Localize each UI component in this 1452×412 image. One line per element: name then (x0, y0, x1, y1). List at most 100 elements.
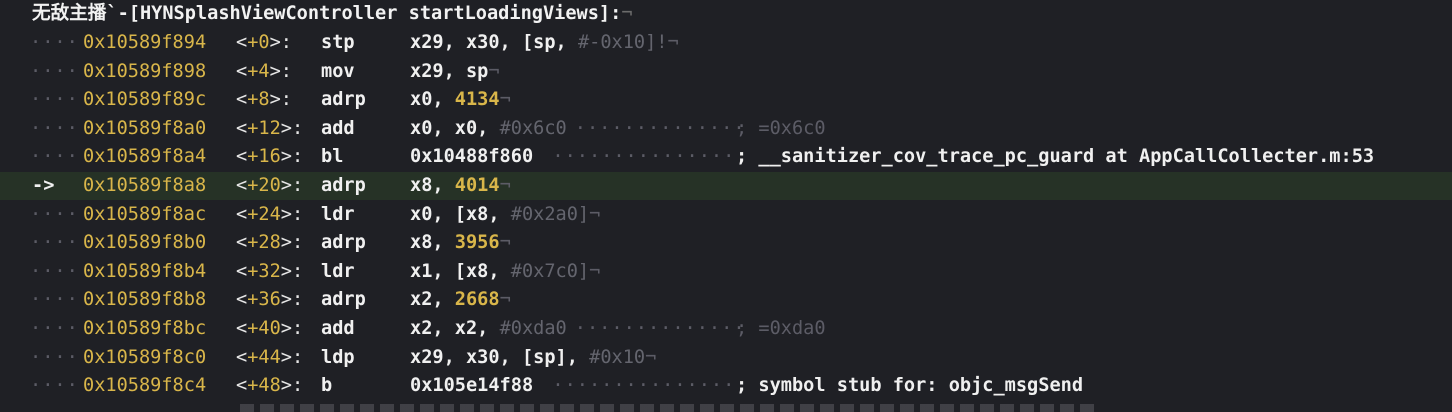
operand-registers: x0, x0, (410, 117, 489, 139)
instruction-row[interactable]: -> 0x10589f8a8 <+20>: adrp x8, 4014¬ (0, 172, 1452, 200)
instruction-operands: x0, [x8, #0x2a0]¬ (410, 203, 601, 225)
instruction-operands: x0, x0, #0x6c0 (410, 115, 567, 143)
instruction-mnemonic: stp (321, 32, 355, 53)
whitespace-marker: ···· (30, 146, 79, 168)
instruction-mnemonic: ldr (321, 203, 355, 225)
instruction-mnemonic: bl (321, 146, 344, 168)
operand-registers: x2, (410, 289, 444, 311)
operand-registers: x0, (410, 89, 444, 111)
whitespace-marker: ···· (30, 117, 79, 139)
instruction-offset: <+8>: (236, 89, 292, 111)
instruction-offset: <+4>: (236, 60, 292, 82)
offset-value: +36 (247, 289, 281, 311)
pc-arrow-icon: -> (32, 175, 55, 196)
operand-registers: x2, x2, (410, 318, 489, 339)
instruction-address: 0x10589f8c4 (83, 375, 207, 397)
offset-value: +12 (247, 117, 281, 139)
operand-immediate: #-0x10]! (577, 32, 668, 53)
instruction-offset: <+44>: (236, 346, 304, 368)
instruction-row[interactable]: ···· 0x10589f8bc <+40>: add x2, x2, #0xda0 ··… (0, 315, 1452, 343)
instruction-offset: <+16>: (236, 146, 304, 168)
offset-value: +40 (247, 318, 281, 339)
instruction-comment: ; =0xda0 (736, 318, 826, 339)
instruction-row[interactable]: ···· 0x10589f898 <+4>: mov x29, sp¬ (0, 58, 1452, 86)
offset-value: +28 (247, 232, 281, 254)
offset-value: +44 (247, 346, 281, 368)
whitespace-marker: ·············· (574, 318, 746, 339)
instruction-comment: ; __sanitizer_cov_trace_pc_guard at AppC… (736, 146, 1375, 168)
whitespace-marker: ···· (30, 318, 79, 339)
instruction-row[interactable]: ···· 0x10589f8a4 <+16>: bl 0x10488f860 ······… (0, 143, 1452, 171)
operand-immediate: 2668 (454, 289, 500, 311)
instruction-mnemonic: ldr (321, 260, 355, 282)
whitespace-marker: ··············· (552, 146, 736, 168)
instruction-address: 0x10589f8b8 (83, 289, 207, 311)
instruction-row[interactable]: ···· 0x10589f8b8 <+36>: adrp x2, 2668¬ (0, 286, 1452, 314)
instruction-row[interactable]: ···· 0x10589f8ac <+24>: ldr x0, [x8, #0x2a0]… (0, 201, 1452, 229)
instruction-mnemonic: adrp (321, 89, 366, 111)
instruction-operands: x29, x30, [sp], #0x10¬ (410, 346, 657, 368)
whitespace-marker: ···· (30, 232, 79, 254)
instruction-row[interactable]: ···· 0x10589f8b4 <+32>: ldr x1, [x8, #0x7c0]… (0, 258, 1452, 286)
disassembly-view[interactable]: 无敌主播`-[HYNSplashViewController startLoad… (0, 0, 1452, 412)
operand-registers: x1, [x8, (410, 260, 500, 282)
operand-registers: x29, sp (410, 60, 489, 82)
whitespace-marker: ···· (30, 375, 79, 397)
instruction-address: 0x10589f894 (83, 32, 207, 53)
instruction-address: 0x10589f8c0 (83, 346, 207, 368)
instruction-operands: x8, 3956¬ (410, 232, 511, 254)
instruction-address: 0x10589f89c (83, 89, 207, 111)
instruction-offset: <+36>: (236, 289, 304, 311)
instruction-address: 0x10589f8bc (83, 318, 207, 339)
instruction-mnemonic: adrp (321, 175, 366, 196)
instruction-offset: <+20>: (236, 175, 304, 196)
instruction-offset: <+24>: (236, 203, 304, 225)
whitespace-marker: ···· (30, 32, 79, 53)
instruction-operands: 0x105e14f88 (410, 372, 533, 400)
operand-registers: x8, (410, 175, 444, 196)
instruction-row[interactable]: ···· 0x10589f8a0 <+12>: add x0, x0, #0x6c0 ··… (0, 115, 1452, 143)
offset-value: +16 (247, 146, 281, 168)
instruction-offset: <+0>: (236, 32, 292, 53)
whitespace-marker: ···· (30, 60, 79, 82)
instruction-row[interactable]: ···· 0x10589f8b0 <+28>: adrp x8, 3956¬ (0, 229, 1452, 257)
operand-immediate: 4014 (454, 175, 500, 196)
instruction-mnemonic: mov (321, 60, 355, 82)
instruction-mnemonic: add (321, 117, 355, 139)
instruction-mnemonic: ldp (321, 346, 355, 368)
instruction-address: 0x10589f8b0 (83, 232, 207, 254)
operand-registers: 0x10488f860 (410, 146, 534, 168)
instruction-operands: x29, sp¬ (410, 60, 500, 82)
instruction-mnemonic: add (321, 318, 355, 339)
instruction-row[interactable]: ···· 0x10589f89c <+8>: adrp x0, 4134¬ (0, 86, 1452, 114)
offset-value: +0 (247, 32, 270, 53)
instruction-operands: x2, 2668¬ (410, 289, 511, 311)
operand-immediate: #0x10 (589, 346, 646, 368)
instruction-comment: ; =0x6c0 (736, 117, 826, 139)
instruction-address: 0x10589f8a4 (83, 146, 207, 168)
operand-registers: x29, x30, [sp], (410, 346, 578, 368)
operand-registers: 0x105e14f88 (410, 375, 534, 397)
whitespace-marker: ··············· (552, 375, 736, 397)
instruction-operands: x1, [x8, #0x7c0]¬ (410, 260, 601, 282)
instruction-address: 0x10589f898 (83, 60, 207, 82)
operand-registers: x8, (410, 232, 444, 254)
instruction-row[interactable]: ···· 0x10589f894 <+0>: stp x29, x30, [sp, #-… (0, 29, 1452, 57)
whitespace-marker: ···· (30, 289, 79, 311)
operand-immediate: 4134 (454, 89, 500, 111)
instruction-offset: <+40>: (236, 318, 304, 339)
instruction-mnemonic: adrp (321, 232, 366, 254)
frame-title: 无敌主播`-[HYNSplashViewController startLoad… (32, 3, 633, 24)
instruction-operands: x8, 4014¬ (410, 175, 511, 196)
offset-value: +32 (247, 260, 281, 282)
operand-immediate: #0x6c0 (499, 117, 567, 139)
instruction-row[interactable]: ···· 0x10589f8c0 <+44>: ldp x29, x30, [sp], … (0, 344, 1452, 372)
operand-immediate: #0x7c0] (510, 260, 590, 282)
instruction-offset: <+32>: (236, 260, 304, 282)
whitespace-marker: ·············· (574, 117, 746, 139)
instruction-mnemonic: b (321, 375, 333, 397)
instruction-row[interactable]: ···· 0x10589f8c4 <+48>: b 0x105e14f88 ·······… (0, 372, 1452, 400)
instruction-offset: <+48>: (236, 375, 304, 397)
frame-title-line: 无敌主播`-[HYNSplashViewController startLoad… (0, 0, 1452, 28)
operand-immediate: 3956 (454, 232, 500, 254)
